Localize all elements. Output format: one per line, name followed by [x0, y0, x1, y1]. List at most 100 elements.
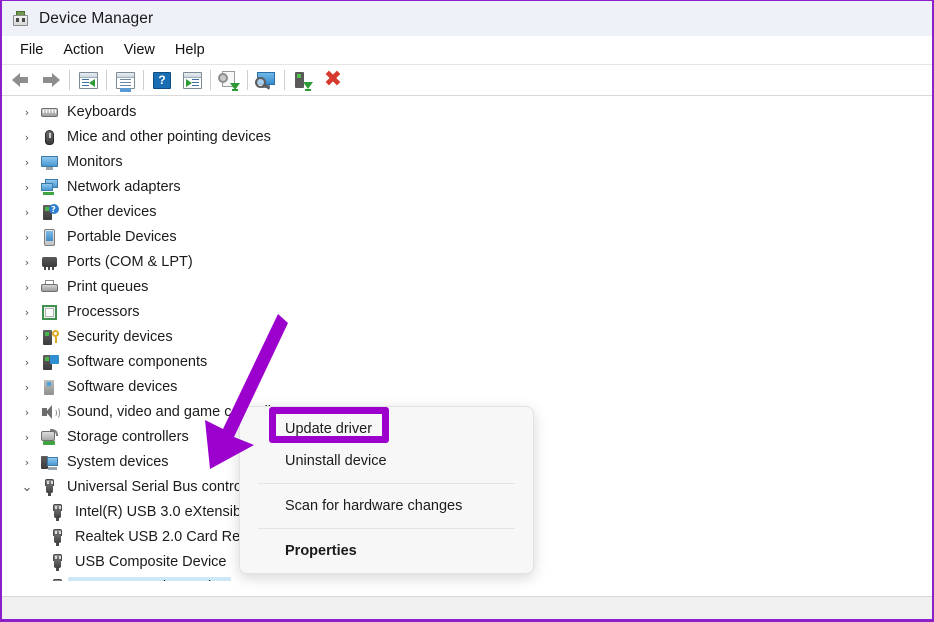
help-button[interactable]: ?: [147, 67, 177, 93]
update-driver-button[interactable]: [214, 67, 244, 93]
context-menu-separator: [258, 483, 515, 484]
status-bar: [2, 596, 932, 619]
chevron-right-icon[interactable]: ›: [16, 131, 38, 144]
mouse-icon: [38, 128, 60, 148]
other-devices-icon: ?: [38, 203, 60, 223]
chevron-right-icon[interactable]: ›: [16, 231, 38, 244]
tree-item-label: Ports (COM & LPT): [60, 252, 197, 273]
monitor-icon: [38, 153, 60, 173]
help-question-icon: ?: [153, 72, 171, 89]
tree-item[interactable]: › Network adapters: [2, 175, 932, 200]
toolbar-separator: [106, 70, 107, 90]
storage-controller-icon: [38, 428, 60, 448]
disable-device-icon: [293, 71, 313, 90]
back-button[interactable]: [6, 67, 36, 93]
tree-item-label: Security devices: [60, 327, 177, 348]
tree-item-label: System devices: [60, 452, 173, 473]
scan-for-hardware-changes-button[interactable]: [251, 67, 281, 93]
toolbar-separator: [143, 70, 144, 90]
chevron-right-icon[interactable]: ›: [16, 206, 38, 219]
menu-file[interactable]: File: [10, 40, 53, 60]
chevron-right-icon[interactable]: ›: [16, 381, 38, 394]
menu-view[interactable]: View: [114, 40, 165, 60]
tree-item-label: USB Composite Device: [68, 552, 231, 573]
usb-icon: [46, 503, 68, 523]
window-title: Device Manager: [39, 10, 153, 28]
chevron-right-icon[interactable]: ›: [16, 356, 38, 369]
tree-item[interactable]: › Mice and other pointing devices: [2, 125, 932, 150]
usb-icon: [46, 578, 68, 582]
tree-item-label: Processors: [60, 302, 144, 323]
usb-icon: [46, 528, 68, 548]
tree-item[interactable]: ›?Other devices: [2, 200, 932, 225]
toolbar-separator: [284, 70, 285, 90]
toolbar-separator: [69, 70, 70, 90]
menu-action[interactable]: Action: [53, 40, 113, 60]
tree-item-label: Portable Devices: [60, 227, 181, 248]
tree-item-label: Network adapters: [60, 177, 185, 198]
context-menu-item-uninstall-device[interactable]: Uninstall device: [240, 445, 533, 477]
ports-icon: [38, 253, 60, 273]
tree-item[interactable]: ›Keyboards: [2, 100, 932, 125]
software-component-icon: [38, 353, 60, 373]
tree-item[interactable]: ›Software devices: [2, 375, 932, 400]
back-arrow-icon: [11, 72, 31, 88]
tree-item-label: Software components: [60, 352, 211, 373]
portable-device-icon: [38, 228, 60, 248]
device-manager-window: Device Manager File Action View Help: [0, 0, 934, 622]
security-device-icon: [38, 328, 60, 348]
tree-item-label: Other devices: [60, 202, 160, 223]
tree-item[interactable]: USB Composite Device: [2, 575, 932, 581]
tree-item[interactable]: › Software components: [2, 350, 932, 375]
up-one-level-button[interactable]: [73, 67, 103, 93]
toolbar: ?: [2, 65, 932, 96]
properties-icon: [183, 72, 202, 89]
usb-icon: [46, 553, 68, 573]
context-menu[interactable]: Update driver Uninstall device Scan for …: [239, 406, 534, 574]
device-manager-icon: [12, 10, 30, 28]
properties-button[interactable]: [177, 67, 207, 93]
show-hide-console-tree-button[interactable]: [110, 67, 140, 93]
resize-grip[interactable]: [914, 597, 932, 619]
chevron-right-icon[interactable]: ›: [16, 456, 38, 469]
tree-item[interactable]: › Ports (COM & LPT): [2, 250, 932, 275]
sound-icon: [38, 403, 60, 423]
menu-bar: File Action View Help: [2, 36, 932, 65]
tree-item-label: Monitors: [60, 152, 127, 173]
tree-item[interactable]: › Monitors: [2, 150, 932, 175]
keyboard-icon: [38, 103, 60, 123]
chevron-right-icon[interactable]: ›: [16, 256, 38, 269]
context-menu-item-properties[interactable]: Properties: [240, 535, 533, 567]
uninstall-device-button[interactable]: ✖: [318, 67, 348, 93]
chevron-right-icon[interactable]: ›: [16, 106, 38, 119]
toolbar-separator: [247, 70, 248, 90]
forward-button[interactable]: [36, 67, 66, 93]
tree-item[interactable]: › Security devices: [2, 325, 932, 350]
chevron-right-icon[interactable]: ›: [16, 156, 38, 169]
chevron-right-icon[interactable]: ›: [16, 431, 38, 444]
chevron-right-icon[interactable]: ›: [16, 306, 38, 319]
chevron-right-icon[interactable]: ›: [16, 331, 38, 344]
tree-item[interactable]: › Portable Devices: [2, 225, 932, 250]
chevron-right-icon[interactable]: ›: [16, 406, 38, 419]
usb-icon: [38, 478, 60, 498]
update-driver-icon: [218, 71, 240, 90]
tree-item[interactable]: › Processors: [2, 300, 932, 325]
red-x-icon: ✖: [324, 69, 342, 91]
printer-icon: [38, 278, 60, 298]
forward-arrow-icon: [41, 72, 61, 88]
tree-item-label: USB Composite Device: [68, 577, 231, 581]
menu-help[interactable]: Help: [165, 40, 215, 60]
context-menu-item-update-driver[interactable]: Update driver: [240, 413, 533, 445]
system-device-icon: [38, 453, 60, 473]
chevron-right-icon[interactable]: ›: [16, 181, 38, 194]
console-tree-icon: [116, 72, 135, 89]
context-menu-item-scan-for-hardware-changes[interactable]: Scan for hardware changes: [240, 490, 533, 522]
chevron-down-icon[interactable]: ⌄: [16, 480, 38, 495]
tree-item[interactable]: ›Print queues: [2, 275, 932, 300]
title-bar: Device Manager: [2, 1, 932, 36]
scan-hardware-icon: [255, 71, 277, 90]
disable-device-button[interactable]: [288, 67, 318, 93]
tree-item-label: Mice and other pointing devices: [60, 127, 275, 148]
chevron-right-icon[interactable]: ›: [16, 281, 38, 294]
